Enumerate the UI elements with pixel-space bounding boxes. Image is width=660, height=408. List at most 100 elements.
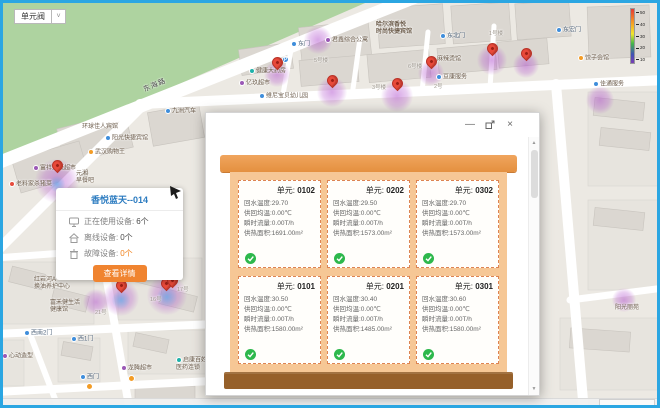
map-label-text: 西南2门 xyxy=(31,331,52,337)
close-icon[interactable]: × xyxy=(505,120,515,130)
poi-icon xyxy=(121,365,127,371)
map-label-text: 6号楼 xyxy=(408,64,422,70)
map-label-text: 九洲汽车 xyxy=(172,109,196,115)
unit-id: 0101 xyxy=(297,282,315,291)
map-label: 阳光快捷宾馆 xyxy=(105,135,148,143)
poi-icon xyxy=(9,181,15,187)
cursor-icon xyxy=(169,186,182,200)
map-label: 16号 xyxy=(150,297,162,304)
map-label-text: 龙腾超市 xyxy=(128,366,152,372)
popup-stat-value: 6个 xyxy=(136,216,148,227)
map-label: 2号 xyxy=(434,84,443,91)
map-label-text: 佳通服务 xyxy=(600,82,624,88)
unit-field: 回水温度:29.50 xyxy=(333,199,404,209)
scroll-thumb[interactable] xyxy=(531,150,538,198)
map-label-text: 阳光快捷宾馆 xyxy=(112,136,148,142)
poi-icon xyxy=(2,353,8,359)
map-label: 环球佳人宾馆 xyxy=(82,124,118,131)
home-icon xyxy=(69,233,79,243)
poi-icon xyxy=(593,81,599,87)
unit-field: 供热面积:1573.00m² xyxy=(333,229,404,239)
poi-icon xyxy=(239,80,245,86)
map-label-text: 西1门 xyxy=(78,337,93,343)
map-scale-box xyxy=(599,399,655,406)
poi-icon xyxy=(440,33,446,39)
map-label: 健康大药房 xyxy=(249,68,286,76)
unit-card: 单元: 0202回水温度:29.50供回均温:0.00℃瞬时流量:0.00T/h… xyxy=(327,180,410,268)
map-label: 西1门 xyxy=(71,336,93,344)
unit-field: 供热面积:1691.00m² xyxy=(244,229,315,239)
unit-field: 瞬时流量:0.00T/h xyxy=(422,219,493,229)
chevron-down-icon[interactable]: ˅ xyxy=(52,9,66,24)
unit-field: 供回均温:0.00℃ xyxy=(333,305,404,315)
popup-stat-label: 离线设备: xyxy=(84,232,118,243)
map-label-text: 亘康服务 xyxy=(443,75,467,81)
popup-stat-label: 正在使用设备: xyxy=(84,216,134,227)
map-label-text: 5号楼 xyxy=(314,58,328,64)
unit-field: 供回均温:0.00℃ xyxy=(244,209,315,219)
heat-glow xyxy=(586,86,614,114)
status-ok-icon xyxy=(423,251,434,262)
unit-field: 瞬时流量:0.00T/h xyxy=(422,315,493,325)
unit-card-title: 单元: 0102 xyxy=(244,185,315,196)
unit-field: 供热面积:1573.00m² xyxy=(422,229,493,239)
divider xyxy=(56,210,183,211)
map-label-text: 东宏门 xyxy=(563,28,581,34)
unit-label: 单元: xyxy=(277,282,297,291)
map-label: 老料家杀猪菜 xyxy=(9,181,52,189)
cabinet-base xyxy=(224,372,513,389)
unit-field: 回水温度:29.70 xyxy=(244,199,315,209)
status-ok-icon xyxy=(334,251,345,262)
map-label: 3号楼 xyxy=(372,85,386,92)
map-label: 武汉购物王 xyxy=(88,149,125,157)
poi-icon xyxy=(80,374,86,380)
map-label: 西南2门 xyxy=(24,330,52,338)
status-ok-icon xyxy=(423,347,434,358)
map-label: 亿玖超市 xyxy=(239,80,270,88)
minimize-icon[interactable]: — xyxy=(465,120,475,130)
popup-stat-row: 离线设备: 0个 xyxy=(56,232,183,243)
layer-dropdown[interactable]: 单元阀 ˅ xyxy=(14,9,66,24)
popup-stat-label: 故障设备: xyxy=(84,248,118,259)
poi-icon xyxy=(165,108,171,114)
poi-icon xyxy=(578,55,584,61)
map-label-text: 阳光丽苑 xyxy=(615,305,639,311)
scroll-down-icon[interactable]: ▼ xyxy=(529,383,539,395)
map-label-text: 维尼宝贝幼儿园 xyxy=(266,94,308,100)
unit-card: 单元: 0201回水温度:30.40供回均温:0.00℃瞬时流量:0.00T/h… xyxy=(327,276,410,364)
dropdown-value[interactable]: 单元阀 xyxy=(14,9,52,24)
view-details-button[interactable]: 查看详情 xyxy=(93,265,147,282)
map-label: 东门 xyxy=(291,41,310,49)
dialog-titlebar: — × xyxy=(206,113,539,137)
scrollbar[interactable]: ▲ ▼ xyxy=(528,137,539,395)
map-label-text: 17号 xyxy=(177,287,189,293)
map-label-text: 老料家杀猪菜 xyxy=(16,182,52,188)
popup-stat-row: 故障设备: 0个 xyxy=(56,248,183,259)
map-label: 心动造型 xyxy=(2,353,33,361)
scroll-up-icon[interactable]: ▲ xyxy=(529,137,539,149)
restore-icon[interactable] xyxy=(485,120,495,130)
unit-card-title: 单元: 0302 xyxy=(422,185,493,196)
map-label-text: 哈尔滨香悦时尚快捷宾馆 xyxy=(376,22,412,35)
map-label: 维尼宝贝幼儿园 xyxy=(259,93,308,101)
map-label-text: 武汉购物王 xyxy=(95,150,125,156)
map-label: 亘康服务 xyxy=(436,74,467,82)
unit-card: 单元: 0101回水温度:30.50供回均温:0.00℃瞬时流量:0.00T/h… xyxy=(238,276,321,364)
map-label: 17号 xyxy=(177,287,189,294)
poi-icon xyxy=(88,149,94,155)
unit-card-title: 单元: 0201 xyxy=(333,281,404,292)
poi-icon xyxy=(176,357,182,363)
map-label-text: 麻辣烫馆 xyxy=(437,57,461,63)
unit-field: 回水温度:30.40 xyxy=(333,295,404,305)
map-label: 启康百姓医药连锁 xyxy=(176,357,207,372)
unit-field: 供回均温:0.00℃ xyxy=(422,209,493,219)
poi-icon xyxy=(436,74,442,80)
map-label: 饺子会馆 xyxy=(578,55,609,63)
unit-card-title: 单元: 0101 xyxy=(244,281,315,292)
poi-icon xyxy=(71,336,77,342)
legend-tick: 20 xyxy=(636,45,645,50)
unit-field: 瞬时流量:0.00T/h xyxy=(333,219,404,229)
unit-field: 回水温度:30.50 xyxy=(244,295,315,305)
unit-id: 0302 xyxy=(475,186,493,195)
map-label-text: 饺子会馆 xyxy=(585,56,609,62)
